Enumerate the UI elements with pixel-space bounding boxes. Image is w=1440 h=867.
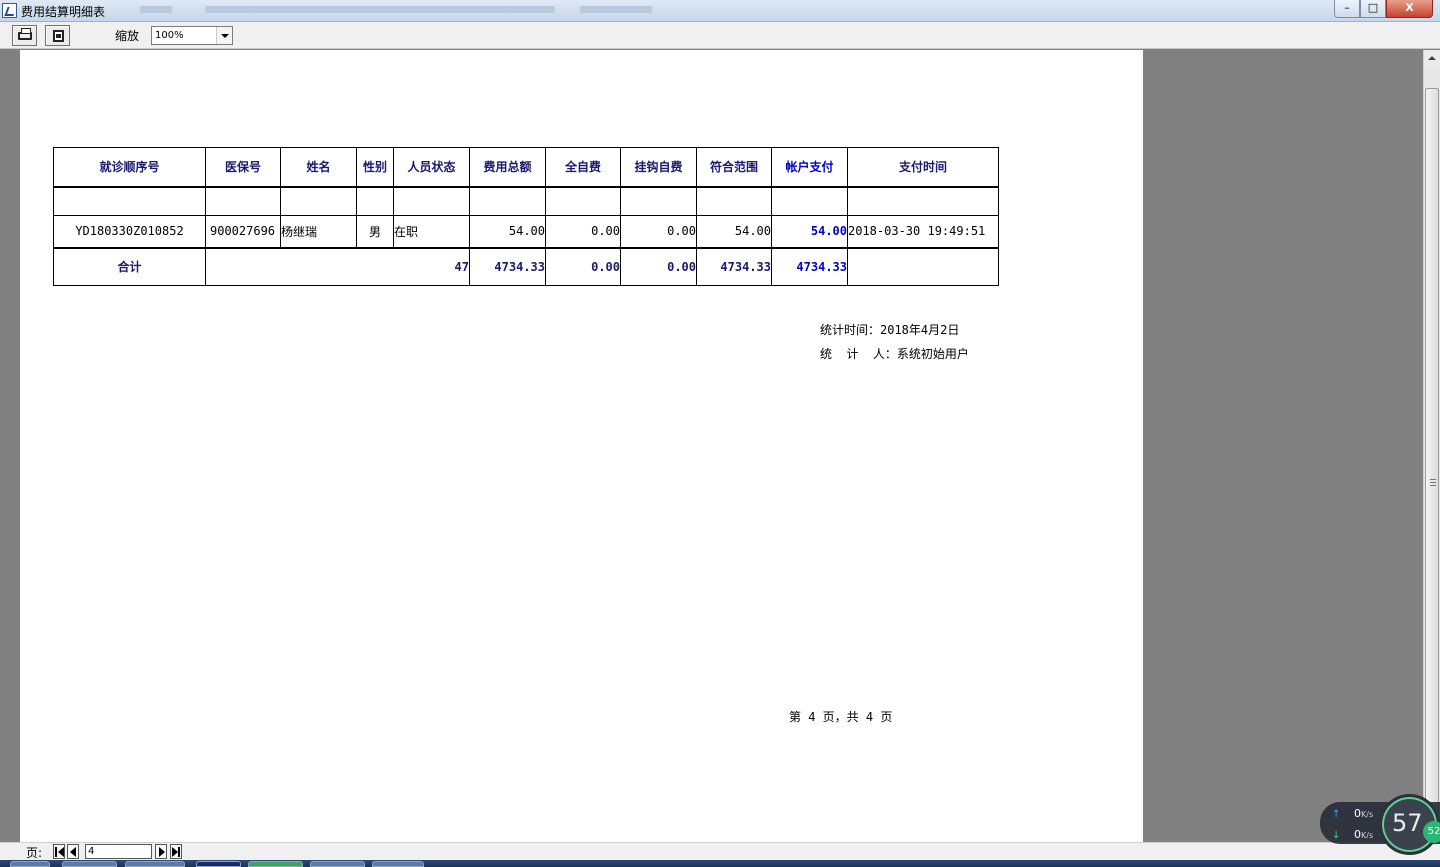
page-navigator: 页: 4 bbox=[0, 842, 1440, 860]
taskbar-button[interactable] bbox=[196, 861, 241, 867]
zoom-value: 100% bbox=[155, 30, 184, 41]
totals-empty-cell bbox=[847, 246, 999, 286]
last-page-button[interactable] bbox=[170, 844, 182, 859]
taskbar-button[interactable] bbox=[125, 861, 185, 867]
cell-status: 在职 bbox=[393, 215, 470, 248]
taskbar-button[interactable] bbox=[310, 861, 365, 867]
column-header: 费用总额 bbox=[469, 147, 546, 188]
column-header: 就诊顺序号 bbox=[53, 147, 206, 188]
gauge-badge: 52 bbox=[1423, 821, 1440, 843]
column-header: 性别 bbox=[356, 147, 394, 188]
totals-account-pay: 4734.33 bbox=[771, 246, 848, 286]
background-title-ghost bbox=[140, 6, 172, 13]
totals-linked-self-pay: 0.00 bbox=[620, 246, 697, 286]
next-page-button[interactable] bbox=[155, 844, 167, 859]
cell-gender: 男 bbox=[356, 215, 394, 248]
maximize-button[interactable]: □ bbox=[1360, 0, 1386, 18]
column-header: 挂钩自费 bbox=[620, 147, 697, 188]
export-icon bbox=[53, 30, 64, 42]
upload-speed: ↑ 0K/s bbox=[1332, 807, 1373, 820]
upload-unit: K/s bbox=[1361, 810, 1374, 819]
taskbar-button[interactable] bbox=[62, 861, 117, 867]
zoom-select[interactable]: 100% bbox=[151, 26, 233, 45]
totals-label: 合计 bbox=[53, 246, 206, 286]
upload-arrow-icon: ↑ bbox=[1332, 809, 1341, 820]
taskbar-button[interactable] bbox=[372, 861, 424, 867]
zoom-label: 缩放 bbox=[115, 29, 140, 43]
table-row: YD180330Z010852 900027696 杨继瑞 男 在职 54.00… bbox=[53, 215, 999, 248]
page-footer: 第 4 页，共 4 页 bbox=[789, 710, 893, 724]
totals-count: 47 bbox=[205, 246, 470, 286]
grip-icon bbox=[1430, 479, 1436, 486]
taskbar bbox=[0, 860, 1440, 867]
cell-seq: YD180330Z010852 bbox=[53, 215, 206, 248]
minimize-button[interactable]: – bbox=[1334, 0, 1360, 18]
taskbar-button[interactable] bbox=[10, 861, 50, 867]
background-title-ghost bbox=[205, 6, 555, 13]
first-page-button[interactable] bbox=[53, 844, 65, 859]
export-button[interactable] bbox=[45, 25, 70, 46]
cell-in-scope: 54.00 bbox=[696, 215, 772, 248]
taskbar-button[interactable] bbox=[248, 861, 303, 867]
download-unit: K/s bbox=[1361, 831, 1374, 840]
totals-total: 4734.33 bbox=[469, 246, 546, 286]
column-header: 支付时间 bbox=[847, 147, 999, 188]
download-speed: ↓ 0K/s bbox=[1332, 828, 1373, 841]
toolbar: 缩放 100% bbox=[0, 22, 1440, 49]
title-bar[interactable]: 费用结算明细表 – □ X bbox=[0, 0, 1440, 22]
column-header: 姓名 bbox=[280, 147, 357, 188]
cell-account-pay: 54.00 bbox=[771, 215, 848, 248]
report-page: 就诊顺序号 医保号 姓名 性别 人员状态 费用总额 全自费 挂钩自费 符合范围 … bbox=[20, 50, 1143, 842]
previous-page-icon bbox=[70, 847, 76, 857]
print-button[interactable] bbox=[12, 25, 37, 46]
totals-self-pay: 0.00 bbox=[545, 246, 621, 286]
column-header: 人员状态 bbox=[393, 147, 470, 188]
page-label: 页: bbox=[26, 846, 43, 860]
table-header-row: 就诊顺序号 医保号 姓名 性别 人员状态 费用总额 全自费 挂钩自费 符合范围 … bbox=[53, 147, 999, 188]
app-icon bbox=[2, 3, 17, 18]
upload-value: 0 bbox=[1354, 807, 1361, 820]
chevron-down-icon[interactable] bbox=[216, 27, 232, 44]
next-page-icon bbox=[159, 847, 165, 857]
download-arrow-icon: ↓ bbox=[1332, 830, 1341, 841]
column-header: 帐户支付 bbox=[771, 147, 848, 188]
first-page-icon bbox=[55, 847, 57, 857]
stat-user: 统 计 人：系统初始用户 bbox=[820, 347, 969, 361]
cell-total: 54.00 bbox=[469, 215, 546, 248]
totals-in-scope: 4734.33 bbox=[696, 246, 772, 286]
window-title: 费用结算明细表 bbox=[21, 5, 106, 19]
cell-linked-self-pay: 0.00 bbox=[620, 215, 697, 248]
cell-name: 杨继瑞 bbox=[280, 215, 357, 248]
column-header: 全自费 bbox=[545, 147, 621, 188]
previous-page-button[interactable] bbox=[67, 844, 79, 859]
printer-icon bbox=[18, 28, 32, 40]
stat-time: 统计时间：2018年4月2日 bbox=[820, 323, 960, 337]
cell-self-pay: 0.00 bbox=[545, 215, 621, 248]
column-header: 符合范围 bbox=[696, 147, 772, 188]
totals-row: 合计 47 4734.33 0.00 0.00 4734.33 4734.33 bbox=[53, 246, 999, 286]
table-row-blank bbox=[53, 186, 999, 216]
column-header: 医保号 bbox=[205, 147, 281, 188]
gauge-value: 57 bbox=[1392, 809, 1423, 837]
cell-insurance-no: 900027696 bbox=[205, 215, 281, 248]
scroll-up-button[interactable] bbox=[1424, 50, 1440, 67]
settlement-table: 就诊顺序号 医保号 姓名 性别 人员状态 费用总额 全自费 挂钩自费 符合范围 … bbox=[53, 147, 999, 286]
vertical-scrollbar[interactable] bbox=[1423, 50, 1440, 842]
page-number-input[interactable]: 4 bbox=[85, 844, 152, 859]
background-title-ghost bbox=[580, 6, 652, 13]
scroll-thumb[interactable] bbox=[1425, 88, 1439, 838]
download-value: 0 bbox=[1354, 828, 1361, 841]
cell-pay-time: 2018-03-30 19:49:51 bbox=[847, 215, 999, 248]
close-button[interactable]: X bbox=[1386, 0, 1433, 18]
